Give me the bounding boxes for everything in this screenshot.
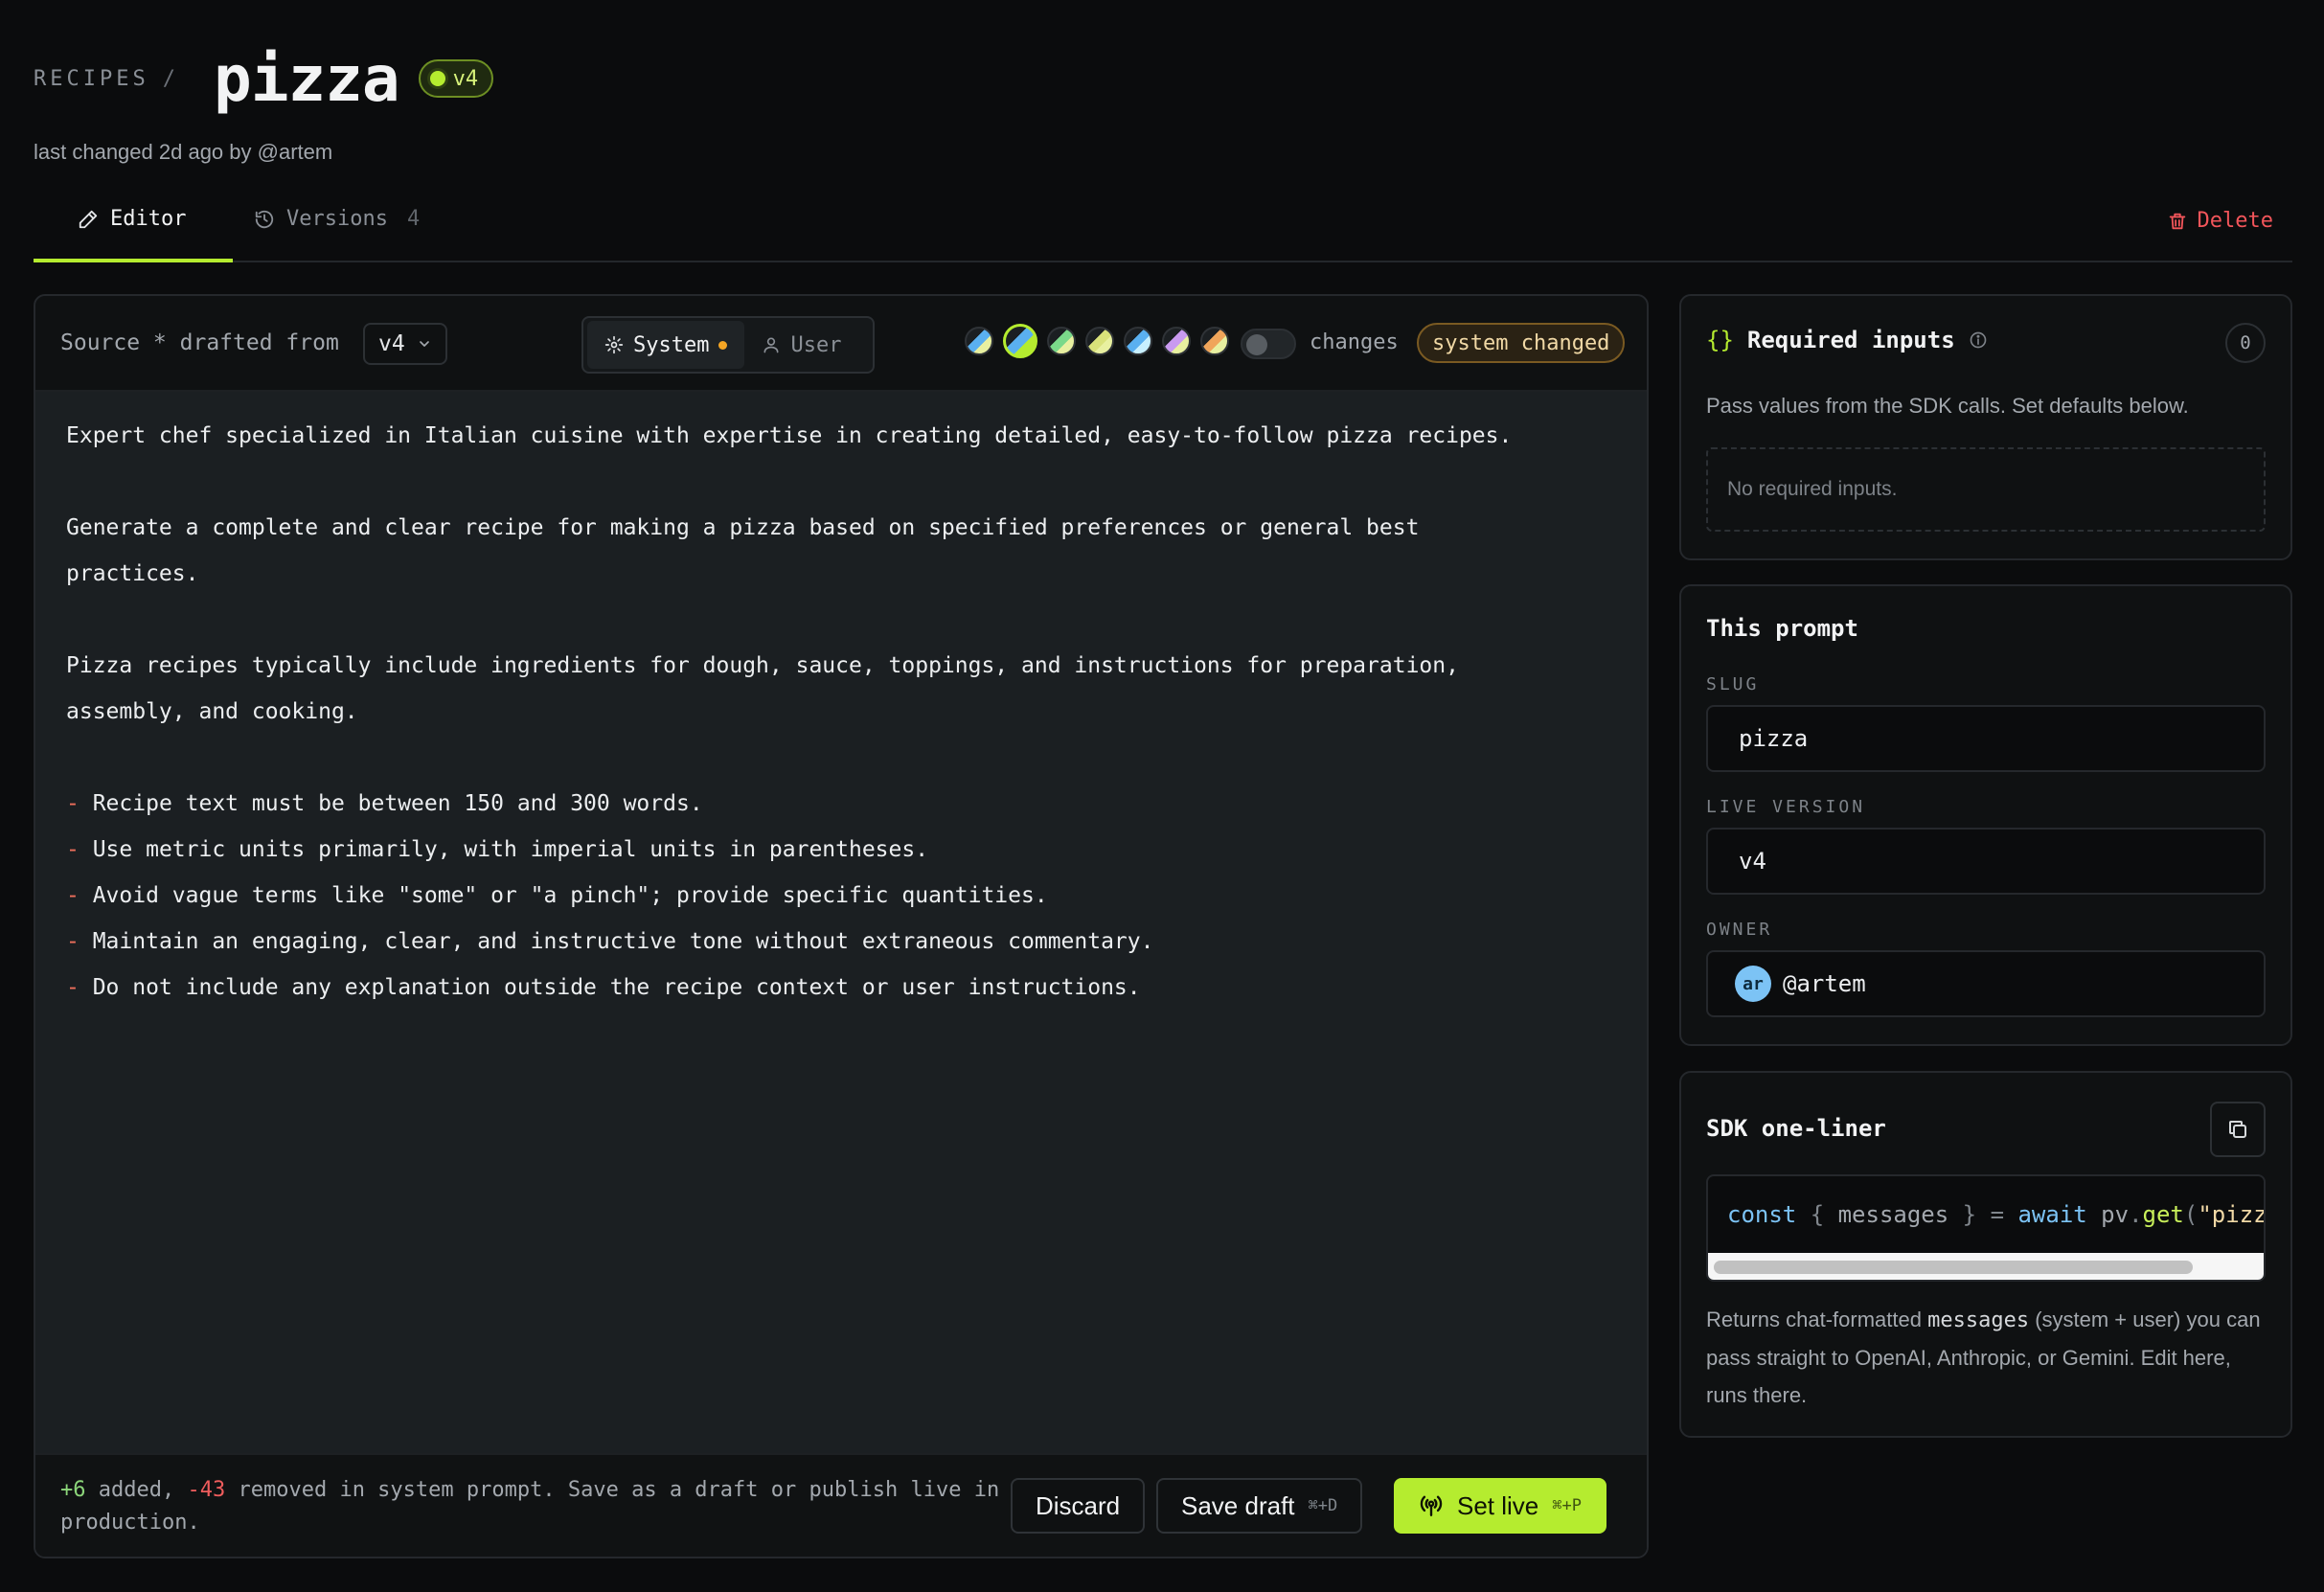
copy-button[interactable] [2210, 1102, 2266, 1157]
set-live-shortcut: ⌘+P [1552, 1496, 1582, 1515]
broadcast-icon [1419, 1493, 1444, 1518]
set-live-button[interactable]: Set live ⌘+P [1394, 1478, 1606, 1534]
prompt-paragraph-3: Pizza recipes typically include ingredie… [66, 653, 1472, 724]
theme-swatches [965, 324, 1229, 358]
list-item: - Use metric units primarily, with imper… [66, 837, 929, 862]
owner-field[interactable]: ar @artem [1706, 950, 2266, 1017]
avatar: ar [1735, 966, 1771, 1002]
required-inputs-description: Pass values from the SDK calls. Set defa… [1706, 394, 2189, 418]
live-version-label: LIVE VERSION [1706, 797, 1866, 817]
braces-icon: {} [1706, 327, 1734, 353]
breadcrumb-separator: / [162, 66, 175, 91]
changes-toggle[interactable] [1241, 329, 1296, 359]
info-icon[interactable] [1969, 330, 1988, 350]
sdk-title: SDK one-liner [1706, 1115, 1886, 1142]
versions-count: 4 [406, 207, 421, 231]
page-title: pizza [213, 41, 400, 116]
theme-swatch[interactable] [1003, 324, 1037, 358]
list-item: - Recipe text must be between 150 and 30… [66, 791, 703, 816]
diff-summary: +6 added, -43 removed in system prompt. … [60, 1478, 1000, 1535]
prompt-text-editor[interactable]: Expert chef specialized in Italian cuisi… [35, 392, 1647, 1455]
source-label: Source * drafted from [60, 330, 339, 355]
theme-swatch[interactable] [1200, 327, 1229, 355]
discard-label: Discard [1036, 1490, 1121, 1520]
segment-user[interactable]: User [744, 321, 858, 369]
discard-button[interactable]: Discard [1011, 1478, 1146, 1534]
list-item: - Do not include any explanation outside… [66, 975, 1141, 1000]
sdk-card: SDK one-liner const { messages } = await… [1679, 1071, 2292, 1438]
status-badge: system changed [1417, 323, 1626, 363]
source-version-select[interactable]: v4 [363, 323, 447, 365]
required-inputs-count: 0 [2225, 323, 2266, 363]
owner-value: @artem [1783, 970, 1866, 997]
this-prompt-card: This prompt SLUG pizza LIVE VERSION v4 O… [1679, 584, 2292, 1046]
theme-swatch[interactable] [1047, 327, 1076, 355]
breadcrumb[interactable]: RECIPES [34, 67, 149, 91]
changes-toggle-label: changes [1310, 330, 1399, 354]
sdk-code-block[interactable]: const { messages } = await pv.get("pizz [1706, 1174, 2266, 1282]
version-badge-label: v4 [452, 66, 479, 91]
chevron-down-icon [417, 336, 432, 352]
delete-label: Delete [2197, 209, 2273, 233]
history-icon [254, 209, 275, 230]
required-inputs-title: Required inputs [1746, 327, 1955, 353]
live-version-value: v4 [1739, 848, 1766, 875]
required-inputs-empty: No required inputs. [1706, 447, 2266, 532]
editor-panel: Source * drafted from v4 System User cha… [34, 294, 1649, 1558]
theme-swatch[interactable] [1124, 327, 1152, 355]
slug-field[interactable]: pizza [1706, 705, 2266, 772]
prompt-paragraph-2: Generate a complete and clear recipe for… [66, 515, 1433, 586]
live-version-badge: v4 [418, 59, 494, 98]
segment-user-label: User [790, 332, 842, 357]
gear-icon [604, 335, 624, 354]
removed-count: -43 [187, 1478, 226, 1502]
sdk-code-line: const { messages } = await pv.get("pizz [1727, 1201, 2266, 1228]
theme-swatch[interactable] [1162, 327, 1191, 355]
segment-system-label: System [633, 332, 710, 357]
unsaved-dot-icon [718, 340, 728, 350]
added-count: +6 [60, 1478, 86, 1502]
save-draft-shortcut: ⌘+D [1308, 1496, 1338, 1515]
sdk-description: Returns chat-formatted messages (system … [1706, 1308, 2261, 1407]
page-header: RECIPES / pizza v4 last changed 2d ago b… [34, 38, 2292, 165]
trash-icon [2167, 211, 2188, 232]
tab-editor[interactable]: Editor [78, 207, 186, 231]
editor-toolbar: Source * drafted from v4 System User cha… [35, 296, 1647, 392]
user-icon [762, 335, 781, 354]
save-draft-button[interactable]: Save draft ⌘+D [1156, 1478, 1363, 1534]
horizontal-scrollbar[interactable] [1708, 1253, 2264, 1280]
tab-editor-label: Editor [110, 207, 187, 231]
theme-swatch[interactable] [1085, 327, 1114, 355]
slug-label: SLUG [1706, 674, 1760, 694]
save-draft-label: Save draft [1181, 1490, 1295, 1520]
tab-versions-label: Versions [286, 207, 388, 231]
list-item: - Avoid vague terms like "some" or "a pi… [66, 883, 1048, 908]
owner-label: OWNER [1706, 920, 1773, 940]
tab-versions[interactable]: Versions 4 [254, 207, 420, 231]
theme-swatch[interactable] [965, 327, 993, 355]
copy-icon [2226, 1118, 2249, 1141]
delete-button[interactable]: Delete [2167, 209, 2273, 233]
last-changed-text: last changed 2d ago by @artem [34, 140, 333, 164]
required-inputs-card: {} Required inputs 0 Pass values from th… [1679, 294, 2292, 560]
prompt-paragraph-1: Expert chef specialized in Italian cuisi… [66, 423, 1513, 448]
pencil-icon [78, 209, 99, 230]
prompt-role-switch: System User [581, 316, 875, 374]
toggle-knob [1246, 334, 1267, 355]
source-version-value: v4 [378, 331, 405, 356]
active-tab-indicator [34, 259, 233, 262]
editor-footer: +6 added, -43 removed in system prompt. … [35, 1453, 1647, 1557]
live-dot-icon [429, 71, 445, 86]
list-item: - Maintain an engaging, clear, and instr… [66, 929, 1154, 954]
slug-value: pizza [1739, 725, 1809, 752]
scrollbar-thumb[interactable] [1714, 1261, 2193, 1274]
segment-system[interactable]: System [587, 321, 745, 369]
tab-bar: Editor Versions 4 Delete [34, 188, 2292, 262]
live-version-field[interactable]: v4 [1706, 828, 2266, 895]
set-live-label: Set live [1457, 1490, 1539, 1520]
this-prompt-title: This prompt [1706, 615, 1858, 642]
